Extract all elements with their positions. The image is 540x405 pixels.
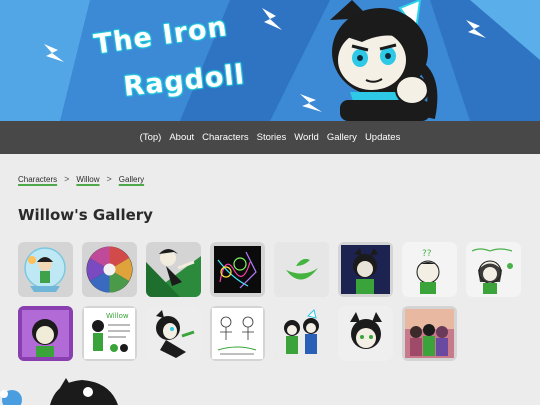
banner-artwork [0, 0, 540, 121]
neon-sketch-thumbnail[interactable] [210, 242, 265, 297]
page-title: Willow's Gallery [18, 206, 153, 224]
svg-text:??: ?? [422, 249, 432, 259]
willow-duo-thumbnail[interactable] [274, 306, 329, 361]
corner-mascot-illustration [0, 378, 118, 405]
nav-item-stories[interactable]: Stories [257, 132, 287, 143]
breadcrumb: Characters > Willow > Gallery [18, 174, 144, 184]
site-banner: The Iron Ragdoll [0, 0, 540, 121]
willow-in-snow-globe-thumbnail[interactable] [18, 242, 73, 297]
breadcrumb-characters[interactable]: Characters [18, 175, 57, 184]
nav-item-gallery[interactable]: Gallery [327, 132, 357, 143]
breadcrumb-gallery[interactable]: Gallery [119, 175, 144, 184]
willow-reference-sheet-thumbnail[interactable]: Willow [82, 306, 137, 361]
willow-question-thumbnail[interactable]: ?? [402, 242, 457, 297]
willow-doodle-thumbnail[interactable] [466, 242, 521, 297]
willow-side-pose-thumbnail[interactable] [146, 306, 201, 361]
breadcrumb-willow[interactable]: Willow [76, 175, 99, 184]
nav-item-top[interactable]: (Top) [140, 132, 162, 143]
breadcrumb-separator: > [106, 174, 112, 184]
nav-item-characters[interactable]: Characters [202, 132, 248, 143]
willow-dark-portrait-thumbnail[interactable] [338, 242, 393, 297]
svg-text:Willow: Willow [106, 312, 129, 320]
nav-item-about[interactable]: About [169, 132, 194, 143]
green-leaf-logo-thumbnail[interactable] [274, 242, 329, 297]
gallery-grid: ?? Willow [18, 242, 528, 361]
willow-mascot-illustration [330, 0, 438, 121]
willow-face-thumbnail[interactable] [338, 306, 393, 361]
willow-comic-sketch-thumbnail[interactable] [210, 306, 265, 361]
breadcrumb-separator: > [64, 174, 70, 184]
willow-action-pose-thumbnail[interactable] [146, 242, 201, 297]
willow-purple-portrait-thumbnail[interactable] [18, 306, 73, 361]
group-photo-thumbnail[interactable] [402, 306, 457, 361]
nav-item-world[interactable]: World [294, 132, 319, 143]
nav-item-updates[interactable]: Updates [365, 132, 400, 143]
color-wheel-thumbnail[interactable] [82, 242, 137, 297]
main-nav: (Top) About Characters Stories World Gal… [0, 121, 540, 154]
